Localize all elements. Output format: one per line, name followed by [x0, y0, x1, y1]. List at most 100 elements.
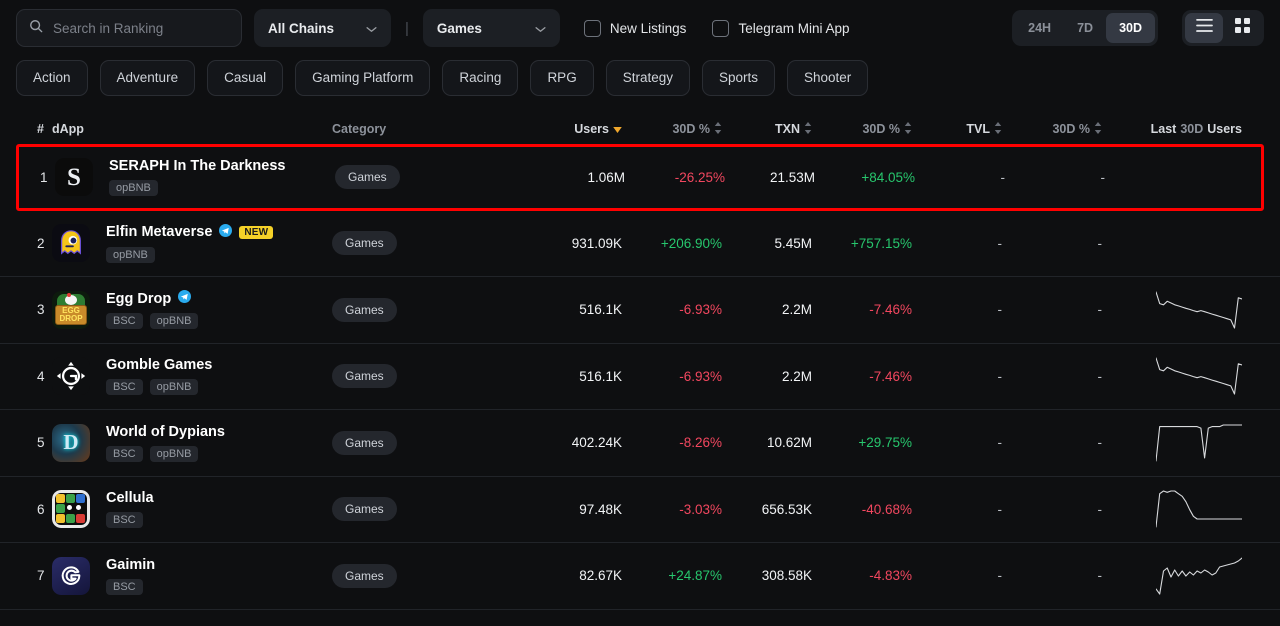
sort-both-icon[interactable] [994, 121, 1002, 137]
header-users-change-label: 30D % [672, 122, 710, 136]
dapp-cell[interactable]: Elfin Metaverse NEW opBNB [52, 223, 332, 263]
chain-tag: BSC [106, 512, 143, 529]
dapp-cell[interactable]: Gaimin BSC [52, 556, 332, 595]
new-listings-checkbox[interactable]: New Listings [583, 19, 686, 37]
sparkline-chart [1156, 291, 1242, 329]
view-toggle [1182, 10, 1264, 46]
category-chip[interactable]: Adventure [99, 60, 196, 96]
txn-change-value: +29.75% [858, 435, 912, 451]
header-tvl-change[interactable]: 30D % [1002, 121, 1102, 137]
dapp-cell[interactable]: EGG DROP Egg Drop BSC opBNB [52, 290, 332, 330]
dapp-cell[interactable]: D World of Dypians BSC opBNB [52, 423, 332, 462]
chain-tag-list: BSC opBNB [106, 445, 225, 462]
table-row[interactable]: 7 Gaimin BSC Games 82.67K +24.87% 308.58… [0, 543, 1280, 610]
chain-tag: BSC [106, 445, 143, 462]
category-pill[interactable]: Games [332, 297, 397, 322]
dapp-cell[interactable]: Cellula BSC [52, 490, 332, 529]
category-chip[interactable]: Action [16, 60, 88, 96]
chain-tag: BSC [106, 313, 143, 330]
users-change-value: -3.03% [679, 501, 722, 517]
search-icon [29, 19, 43, 38]
txn-value: 21.53M [769, 169, 815, 185]
category-chip[interactable]: Racing [442, 60, 519, 96]
table-row[interactable]: 2 Elfin Metaverse NEW opBNB Games 931.09… [0, 211, 1280, 277]
chain-filter-label: All Chains [268, 20, 335, 36]
table-row[interactable]: 3 EGG DROP Egg Drop BSC opBNB Games 516.… [0, 277, 1280, 344]
category-pill[interactable]: Games [332, 231, 397, 256]
category-chip[interactable]: Casual [207, 60, 284, 96]
chain-filter-select[interactable]: All Chains [254, 9, 391, 47]
header-users-change[interactable]: 30D % [622, 121, 722, 137]
grid-view-icon [1234, 18, 1250, 38]
tvl-value: - [1000, 169, 1006, 185]
period-option-7d[interactable]: 7D [1064, 13, 1106, 43]
dapp-name: Elfin Metaverse [106, 224, 213, 241]
header-txn-change[interactable]: 30D % [812, 121, 912, 137]
dapp-name: Cellula [106, 490, 154, 507]
txn-value: 656.53K [761, 501, 812, 517]
chain-tag: opBNB [106, 246, 155, 263]
header-tvl-label: TVL [966, 122, 990, 136]
category-pill[interactable]: Games [332, 364, 397, 389]
users-change-value: -26.25% [674, 169, 725, 185]
gomble-logo [52, 357, 90, 396]
sparkline-chart [1156, 357, 1242, 395]
category-pill[interactable]: Games [332, 563, 397, 588]
header-tvl[interactable]: TVL [912, 121, 1002, 137]
sort-both-icon[interactable] [804, 121, 812, 137]
dapp-cell[interactable]: S SERAPH In The Darkness opBNB [55, 158, 335, 197]
list-view-button[interactable] [1185, 13, 1223, 43]
txn-change-value: -7.46% [869, 302, 912, 318]
grid-view-button[interactable] [1223, 13, 1261, 43]
sort-both-icon[interactable] [714, 121, 722, 137]
header-txn[interactable]: TXN [722, 121, 812, 137]
chain-tag: BSC [106, 578, 143, 595]
category-chip[interactable]: Gaming Platform [295, 60, 431, 96]
sort-desc-icon[interactable] [613, 122, 622, 136]
telegram-mini-app-checkbox[interactable]: Telegram Mini App [712, 19, 850, 37]
search-box[interactable] [16, 9, 242, 47]
chain-tag-list: opBNB [106, 246, 273, 263]
sparkline-chart [1156, 557, 1242, 595]
dapp-cell[interactable]: Gomble Games BSC opBNB [52, 357, 332, 396]
sort-both-icon[interactable] [1094, 121, 1102, 137]
category-pill[interactable]: Games [332, 497, 397, 522]
top-toolbar: All Chains | Games New Listings Telegram… [0, 0, 1280, 56]
dapp-name: World of Dypians [106, 423, 225, 440]
toolbar-divider: | [405, 19, 409, 37]
category-chip[interactable]: Sports [701, 60, 776, 96]
period-option-24h[interactable]: 24H [1015, 13, 1064, 43]
chain-tag: BSC [106, 379, 143, 396]
users-value: 516.1K [579, 302, 622, 318]
table-row[interactable]: 5 D World of Dypians BSC opBNB Games 402.… [0, 410, 1280, 477]
category-chip[interactable]: Strategy [605, 60, 690, 96]
users-value: 402.24K [571, 435, 622, 451]
tvl-change-value: - [1097, 302, 1103, 318]
sparkline-cell [1102, 423, 1242, 463]
table-row[interactable]: 4 Gomble Games BSC opBNB Games 516.1K -6… [0, 344, 1280, 410]
sort-both-icon[interactable] [904, 121, 912, 137]
eggdrop-logo: EGG DROP [52, 290, 90, 329]
chevron-down-icon [535, 21, 546, 36]
tvl-change-value: - [1097, 235, 1103, 251]
category-filter-select[interactable]: Games [422, 9, 560, 47]
table-row-highlighted[interactable]: 1 S SERAPH In The Darkness opBNB Games 1… [16, 144, 1264, 211]
category-chip[interactable]: RPG [530, 60, 594, 96]
search-input[interactable] [53, 20, 229, 36]
category-chip[interactable]: Shooter [787, 60, 869, 96]
new-badge: NEW [239, 225, 274, 239]
table-row[interactable]: 6 Cellula BSC Games 97.48K -3.03% 656.53… [0, 477, 1280, 543]
chain-tag-list: BSC opBNB [106, 313, 199, 330]
header-dapp: dApp [52, 122, 84, 136]
users-change-value: -6.93% [679, 368, 722, 384]
checkbox-box[interactable] [583, 19, 601, 37]
ranking-table: # dApp Category Users 30D % TXN 30D % TV… [0, 114, 1280, 610]
tvl-value: - [997, 235, 1003, 251]
period-option-30d[interactable]: 30D [1106, 13, 1155, 43]
category-pill[interactable]: Games [332, 430, 397, 455]
tvl-value: - [997, 368, 1003, 384]
category-pill[interactable]: Games [335, 165, 400, 190]
elfin-logo [52, 224, 90, 263]
header-users[interactable]: Users [532, 122, 622, 136]
checkbox-box[interactable] [712, 19, 730, 37]
